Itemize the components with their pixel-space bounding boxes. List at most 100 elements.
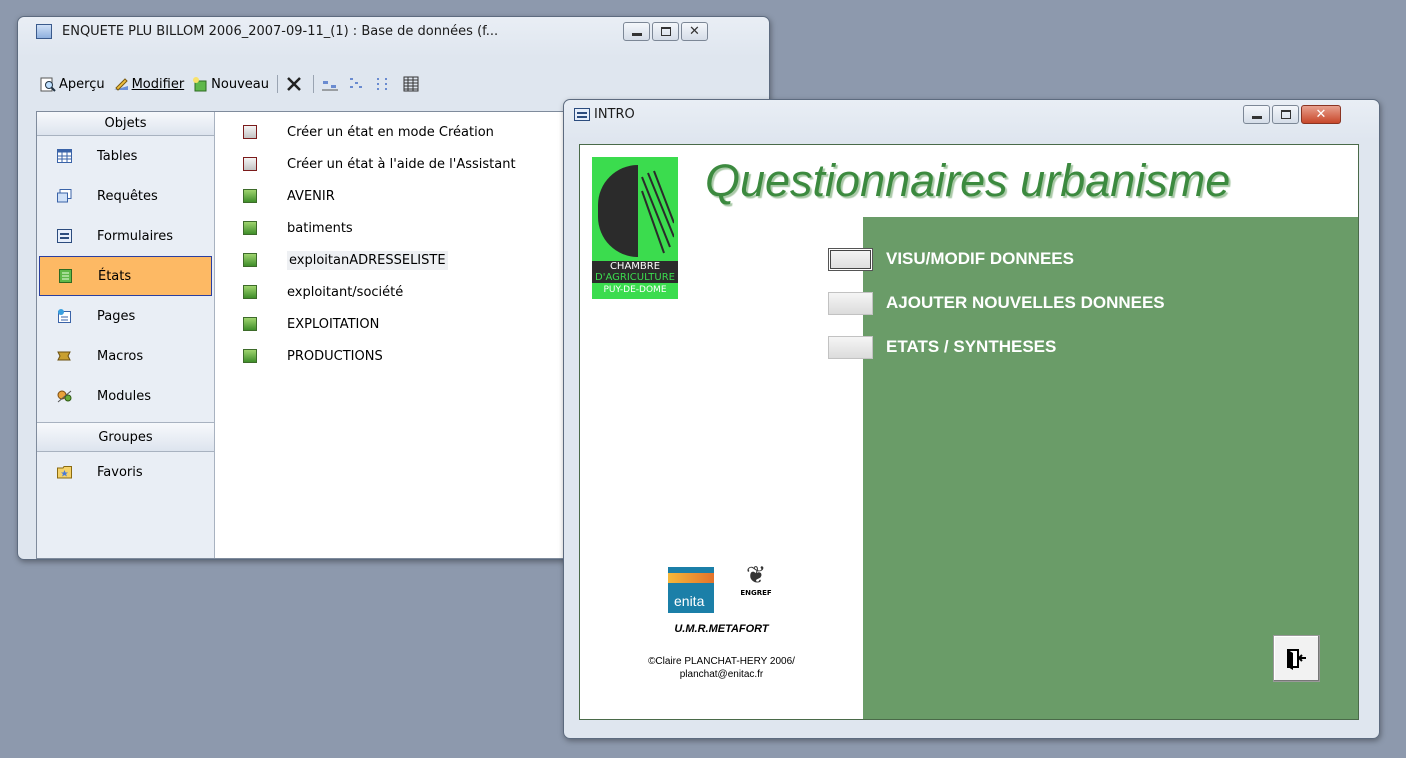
table-icon [57, 149, 72, 163]
object-label: Requêtes [97, 188, 158, 204]
object-label: Tables [97, 148, 138, 164]
preview-icon [40, 77, 56, 92]
report-icon [243, 221, 257, 235]
object-tables[interactable]: Tables [37, 136, 214, 176]
logo-wheat-lines [641, 170, 674, 254]
object-label: Macros [97, 348, 144, 364]
intro-form-window: INTRO ✕ Questionnaires urbanisme CHAMBRE… [563, 99, 1380, 739]
modifier-button[interactable]: Modifier [113, 76, 185, 92]
form-icon [574, 108, 590, 121]
minimize-icon [632, 33, 642, 36]
logo-half-circle [598, 165, 638, 257]
large-icons-button[interactable] [322, 76, 341, 92]
database-icon [36, 24, 52, 39]
engref-logo: ❦ ENGREF [730, 561, 782, 617]
list-item-label: PRODUCTIONS [287, 348, 383, 364]
object-label: Modules [97, 388, 152, 404]
minimize-icon [1252, 116, 1262, 119]
design-icon [113, 78, 128, 91]
objects-bar: Objets Tables Requêtes Formulaires États… [37, 112, 215, 558]
exit-button[interactable] [1273, 635, 1320, 682]
object-label: Pages [97, 308, 136, 324]
create-wizard-icon [243, 157, 257, 171]
maximize-icon [661, 27, 671, 36]
report-icon [243, 349, 257, 363]
list-view-button[interactable] [376, 76, 395, 92]
toolbar-separator [277, 75, 278, 93]
intro-window-titlebar[interactable]: INTRO ✕ [564, 100, 1379, 128]
toolbar-separator [313, 75, 314, 93]
ajouter-donnees-label: AJOUTER NOUVELLES DONNEES [886, 293, 1165, 312]
create-design-icon [243, 125, 257, 139]
object-formulaires[interactable]: Formulaires [37, 216, 214, 256]
engref-logo-text: ENGREF [740, 589, 772, 597]
list-item-label: Créer un état à l'aide de l'Assistant [287, 156, 516, 172]
intro-form-client: Questionnaires urbanisme CHAMBRE D'AGRIC… [579, 144, 1359, 720]
objects-header[interactable]: Objets [37, 112, 214, 136]
intro-window-title: INTRO [594, 107, 635, 122]
ajouter-donnees-button[interactable] [828, 292, 873, 315]
report-icon [243, 317, 257, 331]
apercu-button[interactable]: Aperçu [40, 76, 105, 92]
small-icons-view-icon [350, 78, 362, 88]
page-title: Questionnaires urbanisme [705, 155, 1231, 206]
list-item-label: EXPLOITATION [287, 316, 380, 332]
etats-syntheses-button[interactable] [828, 336, 873, 359]
minimize-button[interactable] [623, 22, 650, 41]
list-item-label: AVENIR [287, 188, 335, 204]
report-icon [243, 253, 257, 267]
delete-button[interactable] [286, 76, 305, 92]
credit-line-2: planchat@enitac.fr [679, 669, 764, 680]
report-icon [59, 269, 72, 283]
favorites-folder-icon [57, 466, 72, 479]
details-view-button[interactable] [403, 76, 422, 92]
engref-tree-icon: ❦ [745, 561, 767, 589]
list-item-label: exploitanADRESSELISTE [287, 250, 448, 270]
maximize-button[interactable] [652, 22, 679, 41]
umr-label: U.M.R.METAFORT [674, 623, 769, 635]
object-etats[interactable]: États [39, 256, 212, 296]
credit-line-1: ©Claire PLANCHAT-HERY 2006/ [648, 656, 795, 667]
object-modules[interactable]: Modules [37, 376, 214, 416]
object-label: Formulaires [97, 228, 174, 244]
group-favoris[interactable]: Favoris [37, 452, 214, 492]
maximize-icon [1281, 110, 1291, 119]
modifier-label: Modifier [131, 76, 185, 92]
nouveau-label: Nouveau [211, 76, 269, 92]
delete-icon [287, 77, 301, 91]
large-icons-view-icon [322, 81, 338, 91]
visu-modif-label: VISU/MODIF DONNEES [886, 249, 1074, 268]
chambre-agriculture-logo: CHAMBRE D'AGRICULTURE PUY-DE-DOME [592, 157, 678, 299]
list-view-icon [377, 78, 387, 90]
close-button[interactable]: ✕ [681, 22, 708, 41]
new-object-icon [193, 77, 207, 92]
database-window-title: ENQUETE PLU BILLOM 2006_2007-09-11_(1) :… [62, 24, 499, 39]
object-macros[interactable]: Macros [37, 336, 214, 376]
visu-modif-button[interactable] [828, 248, 873, 271]
group-label: Favoris [97, 464, 143, 480]
close-button[interactable]: ✕ [1301, 105, 1341, 124]
minimize-button[interactable] [1243, 105, 1270, 124]
details-view-icon [403, 76, 419, 92]
macro-icon [57, 351, 71, 361]
close-icon: ✕ [689, 24, 700, 39]
database-window-titlebar[interactable]: ENQUETE PLU BILLOM 2006_2007-09-11_(1) :… [18, 17, 769, 45]
apercu-label: Aperçu [59, 76, 105, 92]
enita-logo-band [668, 573, 714, 583]
nouveau-button[interactable]: Nouveau [192, 76, 269, 92]
small-icons-button[interactable] [349, 76, 368, 92]
groups-header[interactable]: Groupes [37, 422, 214, 452]
object-requetes[interactable]: Requêtes [37, 176, 214, 216]
object-pages[interactable]: Pages [37, 296, 214, 336]
module-icon [57, 390, 72, 403]
database-toolbar: Aperçu Modifier Nouveau [40, 73, 430, 95]
list-item-label: batiments [287, 220, 353, 236]
close-icon: ✕ [1315, 107, 1327, 122]
list-item-label: Créer un état en mode Création [287, 124, 494, 140]
logo-line-2: D'AGRICULTURE [592, 272, 678, 283]
report-icon [243, 285, 257, 299]
enita-logo-text: enita [674, 593, 705, 609]
exit-door-icon [1287, 649, 1306, 670]
maximize-button[interactable] [1272, 105, 1299, 124]
report-icon [243, 189, 257, 203]
